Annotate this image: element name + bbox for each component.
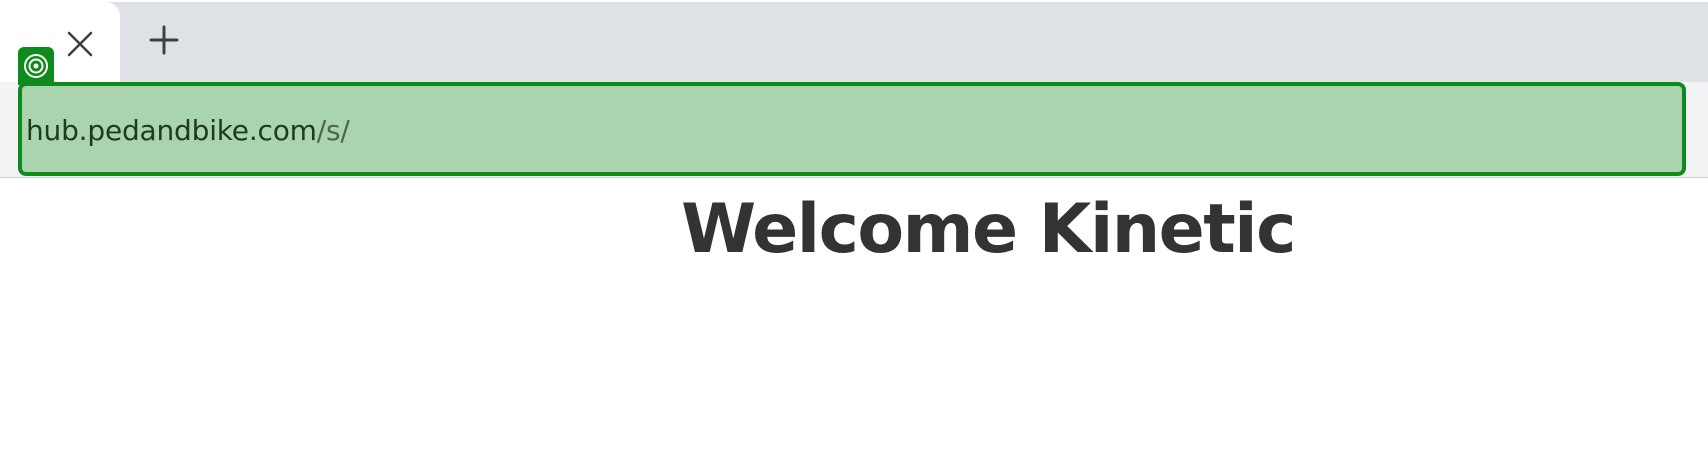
url-path: /s/ <box>316 114 350 147</box>
plus-icon <box>149 25 179 55</box>
url-host: hub.pedandbike.com <box>26 114 317 147</box>
target-icon <box>24 54 48 78</box>
close-icon <box>67 31 93 57</box>
address-bar-url[interactable]: hub.pedandbike.com/s/ <box>26 114 350 148</box>
tab-close-button[interactable] <box>62 26 98 62</box>
site-info-badge[interactable] <box>18 47 54 85</box>
tab-strip <box>0 0 1708 82</box>
page-content: Welcome Kinetic <box>0 178 1708 452</box>
tab-strip-top-edge <box>0 0 1708 2</box>
new-tab-button[interactable] <box>146 22 182 58</box>
address-bar[interactable]: hub.pedandbike.com/s/ <box>18 82 1686 176</box>
page-heading: Welcome Kinetic <box>681 190 1296 269</box>
